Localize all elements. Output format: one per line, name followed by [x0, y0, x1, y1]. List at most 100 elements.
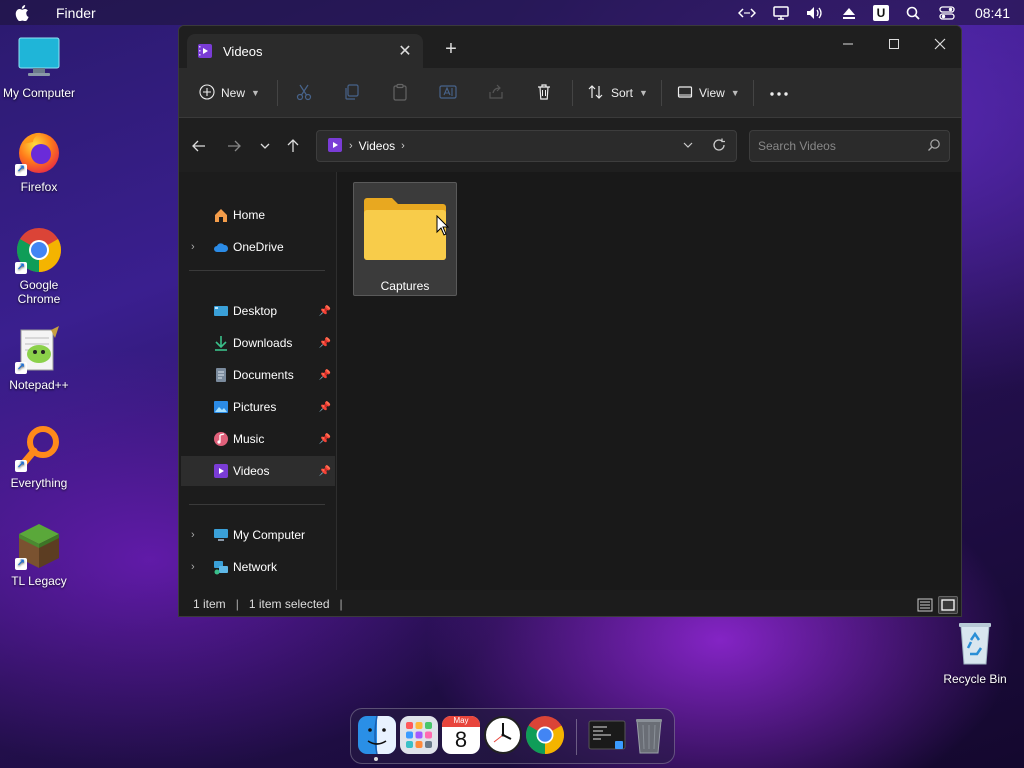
- details-view-icon[interactable]: [915, 596, 935, 614]
- volume-icon[interactable]: [805, 4, 825, 22]
- videos-folder-icon: [197, 43, 213, 59]
- pin-icon[interactable]: 📌: [319, 466, 331, 477]
- scissors-icon: [295, 83, 313, 104]
- tab-videos[interactable]: Videos ✕: [187, 34, 423, 68]
- paste-button[interactable]: [391, 81, 409, 105]
- sidebar-item-documents[interactable]: Documents 📌: [181, 360, 335, 390]
- share-icon: [487, 83, 505, 104]
- clipboard-icon: [391, 83, 409, 104]
- sort-button[interactable]: Sort ▼: [587, 81, 648, 105]
- u-app-icon[interactable]: U: [872, 4, 889, 21]
- tab-close-icon[interactable]: ✕: [397, 41, 413, 61]
- desktop-icon-my-computer[interactable]: My Computer: [0, 34, 78, 100]
- breadcrumb-chevron-icon[interactable]: ›: [401, 140, 405, 152]
- sidebar-item-music[interactable]: Music 📌: [181, 424, 335, 454]
- dock-clock-icon[interactable]: [483, 715, 523, 755]
- sidebar-item-downloads[interactable]: Downloads 📌: [181, 328, 335, 358]
- expand-chevron-icon[interactable]: ›: [191, 241, 195, 253]
- pin-icon[interactable]: 📌: [319, 370, 331, 381]
- spotlight-search-icon[interactable]: [903, 4, 923, 22]
- recent-locations-chevron-icon[interactable]: [255, 136, 275, 156]
- firefox-icon: ↗: [15, 128, 63, 176]
- running-indicator: [374, 757, 378, 761]
- chrome-icon: ↗: [15, 226, 63, 274]
- delete-button[interactable]: [535, 81, 553, 105]
- desktop-icon-tl-legacy[interactable]: ↗ TL Legacy: [0, 522, 78, 588]
- command-bar: New ▼ Sort ▼ View ▼: [179, 68, 961, 118]
- search-icon[interactable]: [927, 138, 941, 155]
- dock-chrome-icon[interactable]: [525, 715, 565, 755]
- shortcut-arrow-icon: ↗: [15, 558, 27, 570]
- dock-terminal-window-icon[interactable]: [587, 715, 627, 755]
- expand-chevron-icon[interactable]: ›: [191, 561, 195, 573]
- apple-icon[interactable]: [14, 4, 30, 21]
- file-list-area[interactable]: Captures: [337, 172, 961, 590]
- download-arrow-icon: [213, 335, 229, 351]
- sidebar-item-desktop[interactable]: Desktop 📌: [181, 296, 335, 326]
- copy-button[interactable]: [343, 81, 361, 105]
- folder-item-captures[interactable]: Captures: [353, 182, 457, 296]
- sidebar-item-pictures[interactable]: Pictures 📌: [181, 392, 335, 422]
- share-button[interactable]: [487, 81, 505, 105]
- desktop-icon-google-chrome[interactable]: ↗ Google Chrome: [0, 226, 78, 306]
- eject-icon[interactable]: [839, 4, 859, 22]
- item-count: 1 item: [193, 597, 226, 611]
- address-history-chevron-icon[interactable]: [682, 139, 694, 153]
- folder-label: Captures: [380, 279, 430, 293]
- desktop-icon-recycle-bin[interactable]: Recycle Bin: [936, 620, 1014, 686]
- pin-icon[interactable]: 📌: [319, 306, 331, 317]
- desktop-icon: [213, 303, 229, 319]
- dock-launchpad-icon[interactable]: [399, 715, 439, 755]
- breadcrumb-chevron-icon[interactable]: ›: [349, 140, 353, 152]
- control-center-icon[interactable]: [937, 4, 957, 22]
- close-button[interactable]: [917, 30, 961, 58]
- desktop-icon-notepadpp[interactable]: ↗ Notepad++: [0, 326, 78, 392]
- desktop-icon-everything[interactable]: ↗ Everything: [0, 424, 78, 490]
- pin-icon[interactable]: 📌: [319, 402, 331, 413]
- sidebar-item-home[interactable]: Home: [181, 200, 335, 230]
- more-options-button[interactable]: [769, 81, 789, 105]
- sidebar-item-network[interactable]: › Network: [181, 552, 335, 582]
- remote-code-icon[interactable]: [737, 4, 757, 22]
- sidebar-item-my-computer[interactable]: › My Computer: [181, 520, 335, 550]
- sidebar-item-onedrive[interactable]: › OneDrive: [181, 232, 335, 262]
- search-input[interactable]: [758, 139, 918, 153]
- pin-icon[interactable]: 📌: [319, 338, 331, 349]
- dock-calendar-icon[interactable]: May 8: [441, 715, 481, 755]
- maximize-button[interactable]: [871, 30, 917, 58]
- expand-chevron-icon[interactable]: ›: [191, 529, 195, 541]
- onedrive-cloud-icon: [213, 239, 229, 255]
- minimize-button[interactable]: [825, 30, 871, 58]
- dock-trash-icon[interactable]: [629, 715, 669, 755]
- menu-clock[interactable]: 08:41: [975, 5, 1010, 21]
- shortcut-arrow-icon: ↗: [15, 164, 27, 176]
- cut-button[interactable]: [295, 81, 313, 105]
- display-icon[interactable]: [771, 4, 791, 22]
- pin-icon[interactable]: 📌: [319, 434, 331, 445]
- document-icon: [213, 367, 229, 383]
- refresh-icon[interactable]: [712, 138, 726, 155]
- rename-button[interactable]: [439, 81, 457, 105]
- new-button[interactable]: New ▼: [199, 81, 260, 105]
- status-divider: |: [339, 597, 343, 611]
- toolbar-divider: [753, 80, 754, 106]
- title-bar[interactable]: Videos ✕ +: [179, 26, 961, 68]
- search-box[interactable]: [749, 130, 950, 162]
- active-app-name[interactable]: Finder: [56, 5, 96, 21]
- address-box[interactable]: › Videos ›: [316, 130, 737, 162]
- breadcrumb-videos[interactable]: Videos: [359, 139, 395, 153]
- sidebar-divider: [189, 504, 325, 505]
- navigation-pane: Home › OneDrive Desktop 📌 Downloads 📌 Do…: [179, 172, 337, 590]
- desktop-icon-firefox[interactable]: ↗ Firefox: [0, 128, 78, 194]
- forward-arrow-icon[interactable]: [224, 136, 244, 156]
- new-tab-plus-icon[interactable]: +: [441, 38, 461, 61]
- up-arrow-icon[interactable]: [283, 136, 303, 156]
- network-icon: [213, 559, 229, 575]
- recycle-bin-icon: [951, 620, 999, 668]
- back-arrow-icon[interactable]: [189, 136, 209, 156]
- dock-finder-icon[interactable]: [357, 715, 397, 755]
- grass-block-icon: ↗: [15, 522, 63, 570]
- sidebar-item-videos[interactable]: Videos 📌: [181, 456, 335, 486]
- large-icons-view-icon[interactable]: [938, 596, 958, 614]
- view-button[interactable]: View ▼: [677, 81, 740, 105]
